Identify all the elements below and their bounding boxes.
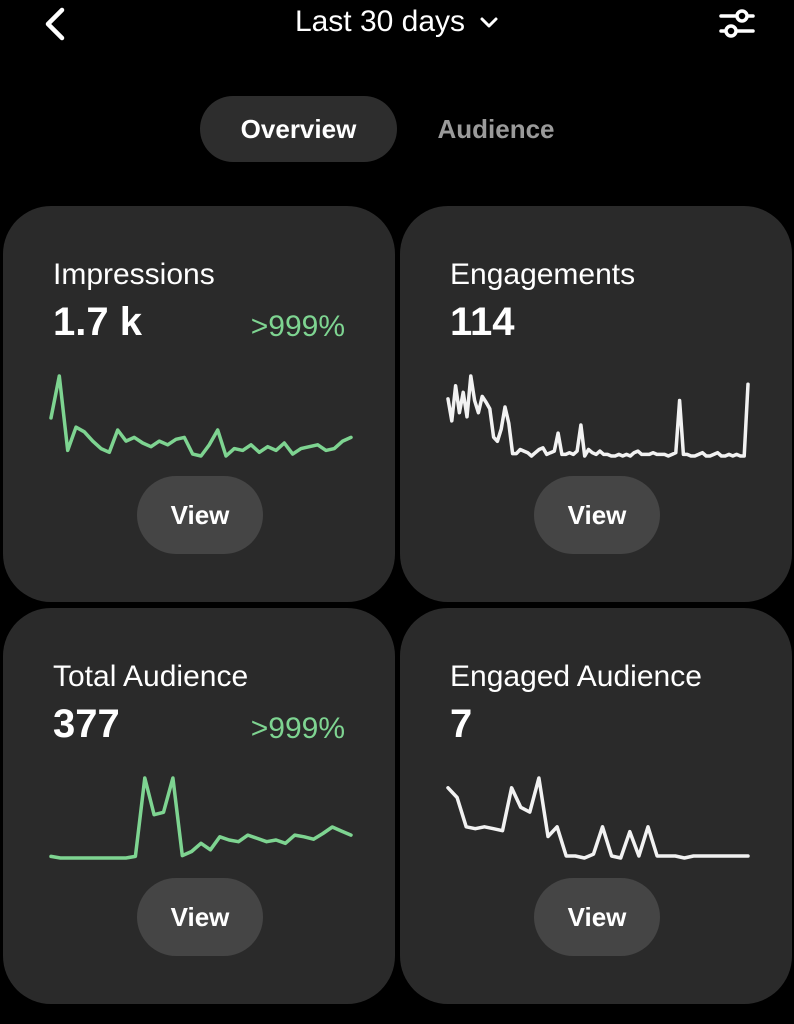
tab-overview[interactable]: Overview xyxy=(200,96,397,162)
card-value: 114 xyxy=(450,300,515,344)
engagements-view-button[interactable]: View xyxy=(534,476,660,554)
chevron-down-icon xyxy=(480,17,498,28)
impressions-card: Impressions 1.7 k >999% View xyxy=(3,206,395,602)
card-value: 7 xyxy=(450,702,473,746)
sparkline-path xyxy=(446,776,750,860)
card-value: 1.7 k xyxy=(53,300,142,344)
sparkline-path xyxy=(49,374,353,458)
impressions-view-button[interactable]: View xyxy=(137,476,263,554)
card-title: Engaged Audience xyxy=(450,660,702,693)
tab-bar: Overview Audience xyxy=(0,96,794,162)
sparkline-path xyxy=(446,374,750,458)
sparkline-path xyxy=(49,776,353,860)
card-delta: >999% xyxy=(250,712,345,745)
engagements-sparkline xyxy=(446,374,750,458)
card-title: Engagements xyxy=(450,258,636,291)
engagements-card: Engagements 114 View xyxy=(400,206,792,602)
total-audience-view-button[interactable]: View xyxy=(137,878,263,956)
date-range-label: Last 30 days xyxy=(294,5,466,38)
card-title: Total Audience xyxy=(53,660,249,693)
total-audience-sparkline xyxy=(49,776,353,860)
engaged-audience-sparkline xyxy=(446,776,750,860)
card-delta: >999% xyxy=(250,310,345,343)
card-value: 377 xyxy=(53,702,120,746)
top-bar: Last 30 days xyxy=(0,0,794,50)
date-range-selector[interactable]: Last 30 days xyxy=(0,2,794,42)
filter-sliders-icon[interactable] xyxy=(716,4,758,44)
card-title: Impressions xyxy=(53,258,215,291)
total-audience-card: Total Audience 377 >999% View xyxy=(3,608,395,1004)
engaged-audience-view-button[interactable]: View xyxy=(534,878,660,956)
tab-audience[interactable]: Audience xyxy=(406,96,586,162)
impressions-sparkline xyxy=(49,374,353,458)
engaged-audience-card: Engaged Audience 7 View xyxy=(400,608,792,1004)
